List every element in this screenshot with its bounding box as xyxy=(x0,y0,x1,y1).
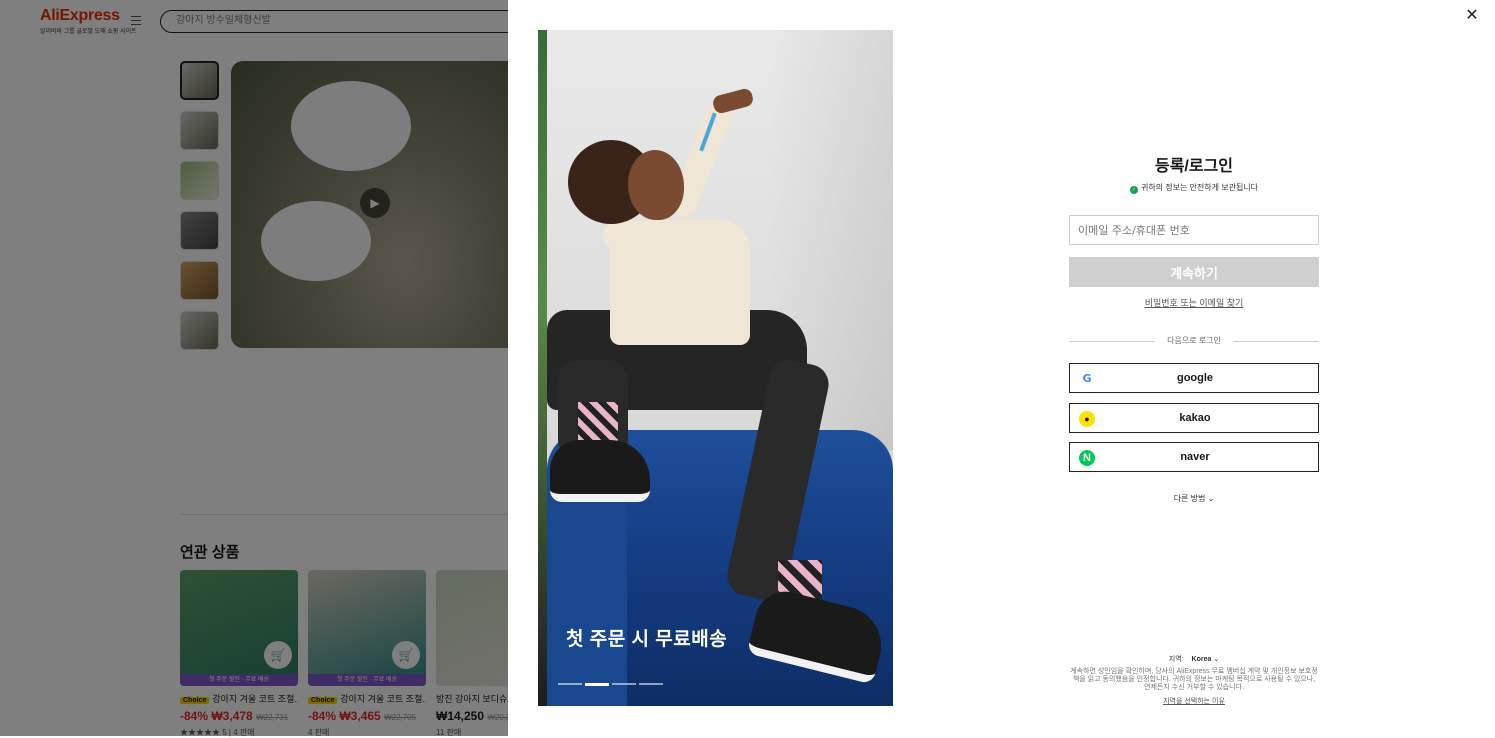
previous-slide-edge xyxy=(538,30,547,706)
why-region-link[interactable]: 지역을 선택하는 이유 xyxy=(1069,696,1319,706)
login-modal: ✕ 첫 주문 시 무료배송 등록/로그인 ✓ 귀하의 정보는 안전하게 보관됩니다… xyxy=(508,0,1495,736)
close-icon[interactable]: ✕ xyxy=(1464,8,1480,24)
carousel-dot[interactable] xyxy=(639,683,663,685)
chevron-down-icon: ⌄ xyxy=(1213,656,1220,663)
naver-login-button[interactable]: N naver xyxy=(1069,442,1319,472)
promo-banner: 첫 주문 시 무료배송 xyxy=(538,30,893,706)
carousel-indicators xyxy=(558,683,663,686)
region-label: 지역: xyxy=(1168,656,1184,663)
secure-note: ✓ 귀하의 정보는 안전하게 보관됩니다 xyxy=(1129,183,1259,194)
other-methods-toggle[interactable]: 다른 방법 ⌄ xyxy=(1069,493,1319,504)
terms-text: 계속하면 성인임을 확인하며, 당사의 AliExpress 무료 멤버십 계약… xyxy=(1070,668,1318,691)
or-divider: 다음으로 로그인 xyxy=(1069,335,1319,347)
kakao-login-button[interactable]: ● kakao xyxy=(1069,403,1319,433)
email-phone-input[interactable] xyxy=(1069,215,1319,245)
google-login-button[interactable]: G google xyxy=(1069,363,1319,393)
carousel-dot[interactable] xyxy=(612,683,636,685)
naver-label: naver xyxy=(1180,451,1210,463)
chevron-down-icon: ⌄ xyxy=(1207,494,1215,503)
kakao-label: kakao xyxy=(1179,412,1211,424)
google-label: google xyxy=(1176,372,1214,384)
carousel-dot[interactable] xyxy=(558,683,582,685)
login-panel: 등록/로그인 ✓귀하의 정보는 안전하게 보관됩니다 계속하기 비밀번호 또는 … xyxy=(1069,0,1319,736)
find-password-link[interactable]: 비밀번호 또는 이메일 찾기 xyxy=(1069,296,1319,309)
carousel-dot[interactable] xyxy=(585,683,609,686)
login-title: 등록/로그인 xyxy=(1154,158,1234,175)
region-selector[interactable]: 지역: Korea ⌄ xyxy=(1069,654,1319,664)
continue-button[interactable]: 계속하기 xyxy=(1069,257,1319,287)
shield-check-icon: ✓ xyxy=(1129,186,1138,194)
promo-headline: 첫 주문 시 무료배송 xyxy=(566,629,728,650)
region-value[interactable]: Korea xyxy=(1192,656,1212,663)
